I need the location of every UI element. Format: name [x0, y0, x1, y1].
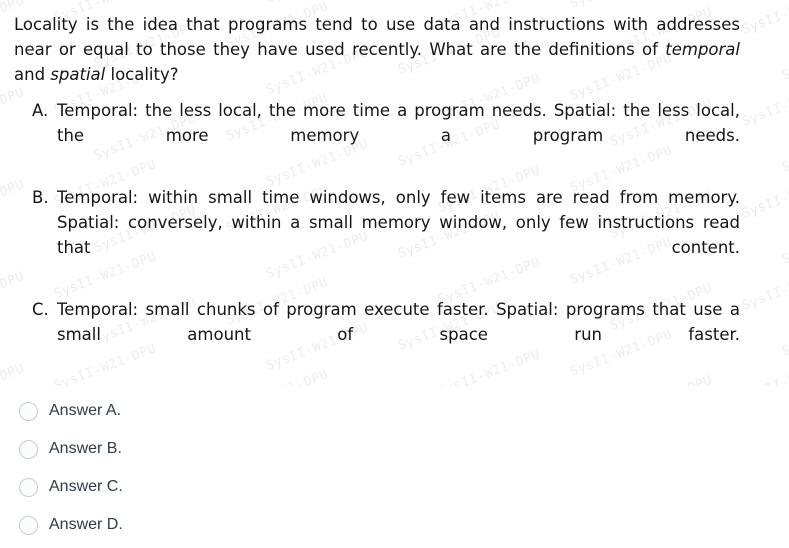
question-stem-italic-temporal: temporal [665, 40, 740, 59]
question-stem-text: Locality is the idea that programs tend … [14, 12, 740, 87]
question-stem-segment-3: locality? [105, 65, 179, 84]
answer-option-a[interactable]: Answer A. [0, 392, 789, 430]
answer-option-d-label: Answer D. [49, 516, 123, 533]
question-stem: Locality is the idea that programs tend … [14, 12, 740, 93]
question-stem-segment-2: and [14, 65, 51, 84]
choice-c: C. Temporal: small chunks of program exe… [14, 297, 740, 372]
choice-list: A. Temporal: the less local, the more ti… [14, 98, 740, 386]
choice-c-letter: C. [32, 300, 49, 319]
choice-d-letter: D. [32, 384, 56, 386]
choice-b: B. Temporal: within small time windows, … [14, 185, 740, 285]
choice-b-letter: B. [32, 188, 49, 207]
choice-a-text: Temporal: the less local, the more time … [57, 101, 740, 145]
radio-button-icon-b[interactable] [19, 439, 38, 459]
answer-radio-group: Answer A. Answer B. Answer C. Answer D. [0, 392, 789, 548]
question-stem-italic-spatial: spatial [50, 65, 106, 84]
choice-c-text: Temporal: small chunks of program execut… [57, 300, 740, 344]
choice-b-text: Temporal: within small time windows, onl… [57, 188, 740, 257]
question-image: SysII-W21-DPU SysII-W21-DPUSysII-W21-DPU S… [0, 0, 789, 386]
radio-button-icon-a[interactable] [19, 401, 38, 421]
choice-a: A. Temporal: the less local, the more ti… [14, 98, 740, 173]
radio-button-icon-d[interactable] [19, 515, 38, 535]
choice-d: D. Temporal: items that have been recent… [14, 384, 740, 386]
answer-option-a-label: Answer A. [49, 402, 122, 419]
answer-option-c[interactable]: Answer C. [0, 468, 789, 506]
radio-button-icon-c[interactable] [19, 477, 38, 497]
answer-option-c-label: Answer C. [49, 478, 123, 495]
answer-option-b-label: Answer B. [49, 440, 122, 457]
answer-option-b[interactable]: Answer B. [0, 430, 789, 468]
answer-option-d[interactable]: Answer D. [0, 506, 789, 544]
choice-a-letter: A. [32, 101, 49, 120]
question-stem-segment-1: Locality is the idea that programs tend … [14, 15, 740, 59]
choice-d-text: Temporal: items that have been recently … [57, 384, 740, 386]
